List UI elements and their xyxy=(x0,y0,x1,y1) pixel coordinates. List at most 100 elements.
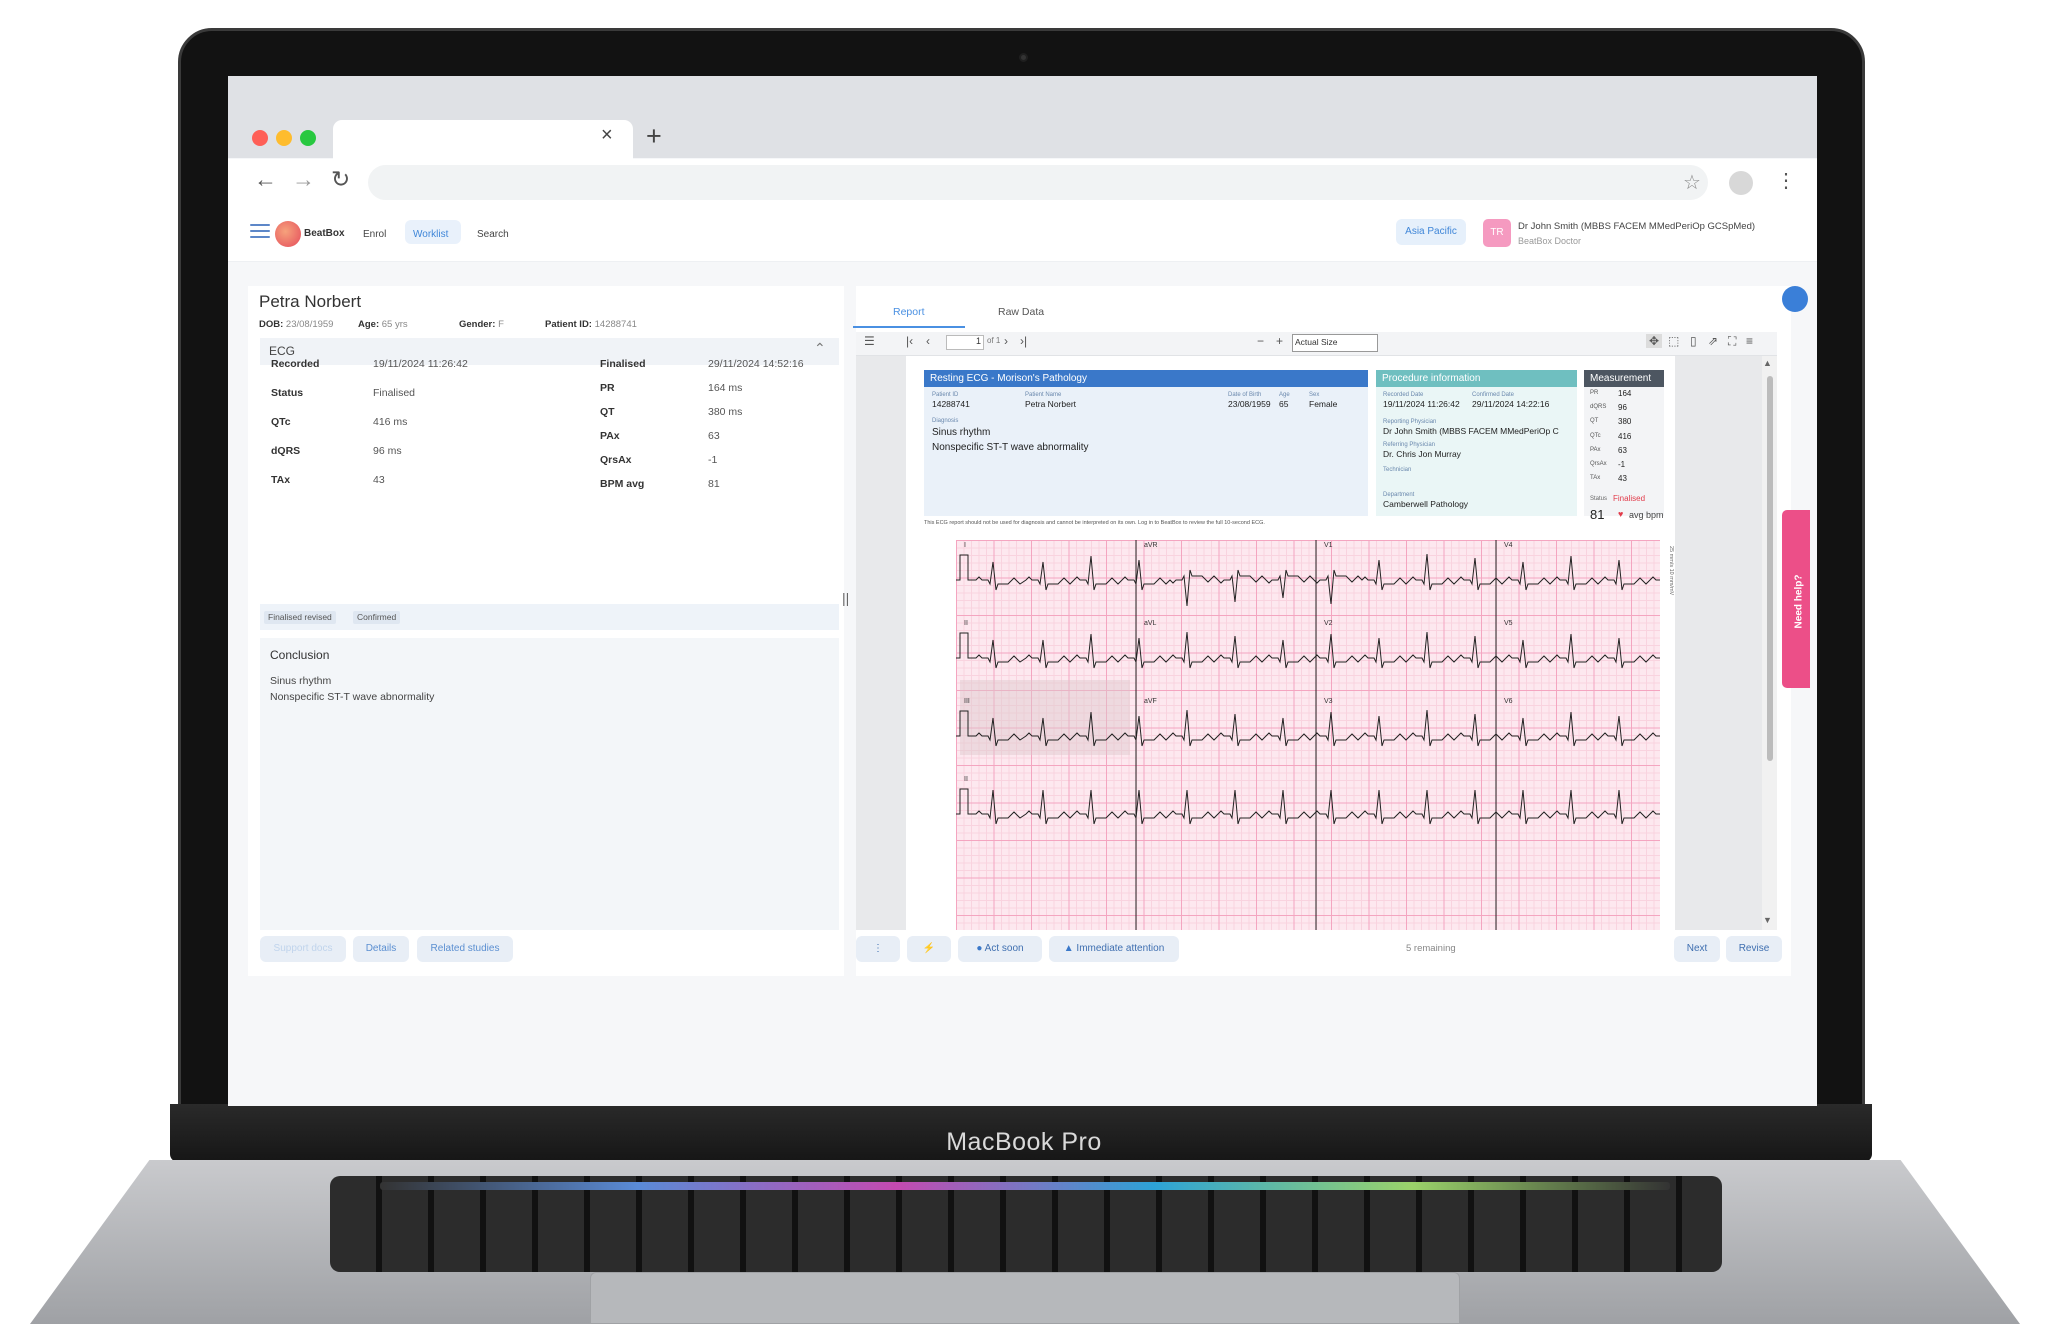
patient-age: Age: 65 yrs xyxy=(358,319,408,330)
nav-search[interactable]: Search xyxy=(477,229,509,240)
more-actions-button[interactable]: ⋮ xyxy=(856,936,900,962)
remaining-count: 5 remaining xyxy=(1406,943,1456,954)
bookmark-star-icon[interactable]: ☆ xyxy=(1683,170,1701,195)
pan-tool-icon[interactable]: ✥ xyxy=(1646,334,1663,348)
scroll-down-icon[interactable]: ▼ xyxy=(1763,915,1772,925)
tab-report[interactable]: Report xyxy=(893,306,925,318)
report-patient-id-label: Patient ID xyxy=(932,392,959,398)
report-dob: 23/08/1959 xyxy=(1228,399,1271,409)
region-button[interactable]: Asia Pacific xyxy=(1396,219,1466,245)
immediate-attention-button[interactable]: ▲ Immediate attention xyxy=(1049,936,1179,962)
sidebar-toggle-icon[interactable]: ☰ xyxy=(864,334,875,348)
ecg-field-value: 380 ms xyxy=(708,406,743,418)
report-age-label: Age xyxy=(1279,392,1290,398)
lead-label: V2 xyxy=(1324,620,1333,627)
revise-button[interactable]: Revise xyxy=(1726,936,1782,962)
measurement-label: dQRS xyxy=(1590,404,1607,411)
select-tool-icon[interactable]: ⬚ xyxy=(1668,334,1679,348)
document-icon[interactable]: ▯ xyxy=(1690,334,1697,348)
zoom-out-icon[interactable]: − xyxy=(1257,334,1264,348)
page-count: of 1 xyxy=(987,336,1001,345)
status-badge-bar xyxy=(260,604,839,630)
reload-icon[interactable]: ↻ xyxy=(331,166,350,193)
tab-raw-data[interactable]: Raw Data xyxy=(998,306,1044,318)
touch-bar xyxy=(380,1182,1670,1190)
quick-action-icon[interactable]: ⚡ xyxy=(907,936,951,962)
zoom-in-icon[interactable]: + xyxy=(1276,334,1283,348)
technician-label: Technician xyxy=(1383,467,1412,473)
patient-dob: DOB: 23/08/1959 xyxy=(259,319,334,330)
profile-avatar[interactable] xyxy=(1729,171,1753,195)
chevron-up-icon[interactable]: ⌃ xyxy=(814,340,826,357)
ecg-trace xyxy=(956,631,1660,669)
zoom-select[interactable]: Actual Size xyxy=(1292,334,1378,352)
hamburger-menu-icon[interactable] xyxy=(250,224,270,240)
last-page-icon[interactable]: ›| xyxy=(1020,334,1027,348)
lead-label: aVL xyxy=(1144,620,1157,627)
measurement-label: QrsAx xyxy=(1590,461,1607,467)
scroll-up-icon[interactable]: ▲ xyxy=(1763,358,1772,368)
nav-worklist[interactable]: Worklist xyxy=(413,229,448,240)
user-avatar[interactable]: TR xyxy=(1483,219,1511,247)
beatbox-logo-icon xyxy=(275,221,301,247)
panel-resize-handle[interactable]: || xyxy=(842,590,849,606)
conclusion-box xyxy=(260,638,839,930)
immediate-attention-label: Immediate attention xyxy=(1076,943,1165,954)
prev-page-icon[interactable]: ‹ xyxy=(926,334,930,348)
measurement-value: 96 xyxy=(1618,403,1627,413)
support-docs-button[interactable]: Support docs xyxy=(260,936,346,962)
forward-icon[interactable]: → xyxy=(292,166,315,193)
report-dob-label: Date of Birth xyxy=(1228,392,1262,398)
maximize-window-icon[interactable] xyxy=(300,130,316,146)
user-role: BeatBox Doctor xyxy=(1518,236,1582,246)
measurement-label: PAx xyxy=(1590,446,1601,453)
browser-menu-icon[interactable]: ⋮ xyxy=(1776,168,1796,193)
browser-tab[interactable] xyxy=(333,120,633,159)
chat-icon[interactable] xyxy=(1782,286,1808,312)
app-header xyxy=(228,204,1817,262)
lead-label: V5 xyxy=(1504,620,1513,627)
related-studies-button[interactable]: Related studies xyxy=(417,936,513,962)
next-page-icon[interactable]: › xyxy=(1004,334,1008,348)
ecg-field-label: QTc xyxy=(271,416,291,428)
details-button[interactable]: Details xyxy=(353,936,409,962)
close-tab-icon[interactable]: × xyxy=(601,124,613,147)
ecg-field-label: BPM avg xyxy=(600,478,645,490)
screen: × + ← → ↻ ☆ ⋮ BeatBox Enrol Worklist Sea… xyxy=(228,76,1817,1106)
measurement-title: Measurement xyxy=(1584,370,1664,387)
ecg-field-label: dQRS xyxy=(271,445,301,457)
close-window-icon[interactable] xyxy=(252,130,268,146)
open-external-icon[interactable]: ⇗ xyxy=(1708,334,1718,348)
act-soon-button[interactable]: ● Act soon xyxy=(958,936,1042,962)
info-icon: ● xyxy=(976,943,985,954)
measurement-value: 380 xyxy=(1618,417,1632,427)
ecg-field-label: TAx xyxy=(271,474,291,486)
report-sex-label: Sex xyxy=(1309,392,1320,398)
next-button[interactable]: Next xyxy=(1674,936,1720,962)
address-bar[interactable] xyxy=(368,165,1708,200)
conclusion-line: Sinus rhythm xyxy=(270,675,332,687)
pdf-scroll-thumb[interactable] xyxy=(1767,376,1773,761)
measurement-value: -1 xyxy=(1618,460,1626,469)
nav-enrol[interactable]: Enrol xyxy=(363,229,386,240)
first-page-icon[interactable]: |‹ xyxy=(906,334,913,348)
lead-label: I xyxy=(964,542,966,549)
conclusion-title: Conclusion xyxy=(270,648,330,662)
reporting-label: Reporting Physician xyxy=(1383,419,1437,425)
minimize-window-icon[interactable] xyxy=(276,130,292,146)
lead-label: II xyxy=(964,776,968,783)
app-logo-text: BeatBox xyxy=(304,228,345,239)
measurement-label: QT xyxy=(1590,418,1599,425)
back-icon[interactable]: ← xyxy=(254,166,277,193)
more-menu-icon[interactable]: ≡ xyxy=(1746,334,1753,348)
lead-label: II xyxy=(964,620,968,627)
ecg-trace xyxy=(956,553,1660,607)
ecg-field-label: PAx xyxy=(600,430,620,442)
lead-label: aVF xyxy=(1144,698,1157,705)
fullscreen-icon[interactable]: ⛶ xyxy=(1728,334,1736,349)
new-tab-icon[interactable]: + xyxy=(646,121,662,152)
page-number-input[interactable]: 1 xyxy=(946,335,984,350)
report-status: Finalised xyxy=(1613,494,1646,503)
report-age: 65 xyxy=(1279,399,1289,409)
ecg-field-label: Finalised xyxy=(600,358,646,370)
